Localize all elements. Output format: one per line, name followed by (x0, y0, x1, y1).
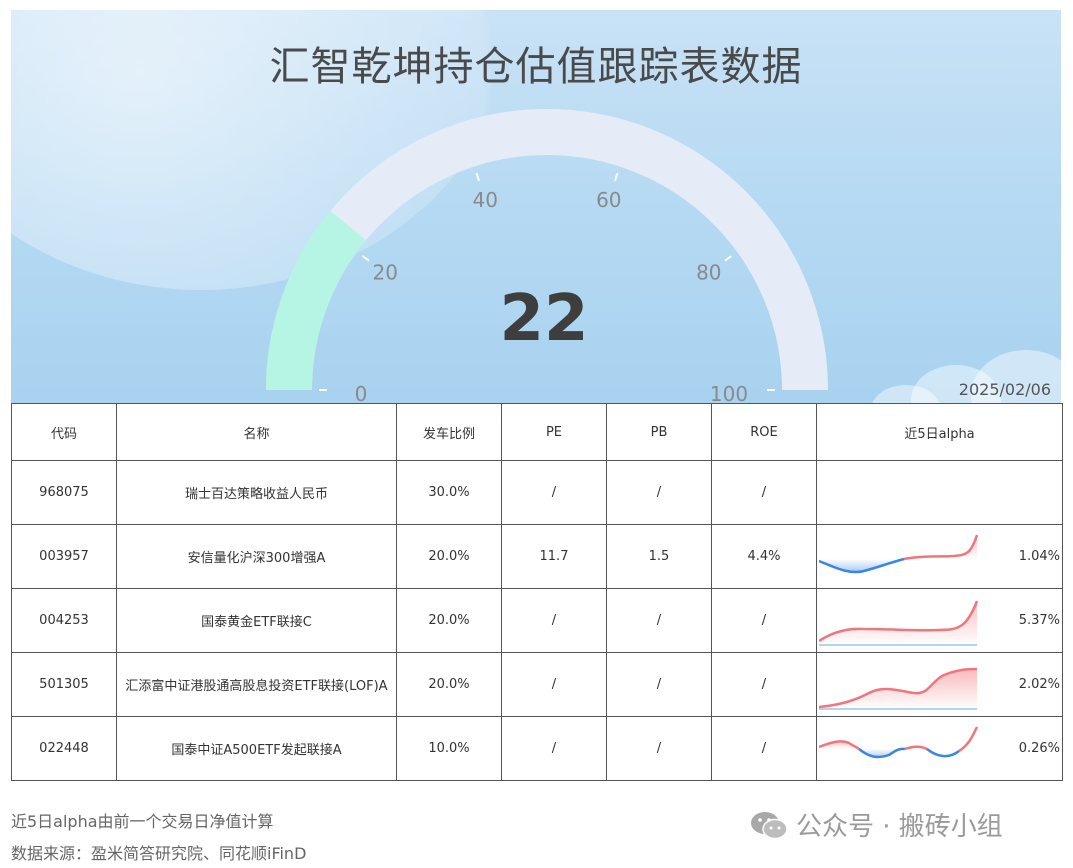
cell-ratio: 30.0% (396, 460, 502, 525)
gauge-tick-mark (614, 172, 619, 182)
table-row: 022448 国泰中证A500ETF发起联接A 10.0% / / / 0.26… (11, 716, 1063, 781)
footnote-alpha: 近5日alpha由前一个交易日净值计算 (11, 812, 274, 831)
cell-code: 022448 (11, 716, 117, 781)
cell-pe: / (501, 716, 607, 781)
watermark: 公众号 · 搬砖小组 (750, 806, 1003, 843)
cell-code: 968075 (11, 460, 117, 525)
table-row: 004253 国泰黄金ETF联接C 20.0% / / / 5.37% (11, 588, 1063, 653)
gauge-tick-mark (475, 172, 480, 182)
header-roe: ROE (711, 403, 817, 461)
cell-roe: / (711, 588, 817, 653)
header-code: 代码 (11, 403, 117, 461)
watermark-text: 公众号 · 搬砖小组 (796, 812, 1003, 842)
gauge-tick-label: 40 (472, 188, 497, 212)
table-row: 501305 汇添富中证港股通高股息投资ETF联接(LOF)A 20.0% / … (11, 652, 1063, 717)
cell-ratio: 20.0% (396, 524, 502, 589)
cell-alpha (816, 460, 1063, 525)
cell-alpha: 0.26% (816, 716, 1063, 781)
cell-name: 国泰中证A500ETF发起联接A (116, 716, 397, 781)
cell-ratio: 10.0% (396, 716, 502, 781)
alpha-value: 2.02% (1018, 677, 1060, 692)
cell-pb: 1.5 (606, 524, 712, 589)
cell-pe: / (501, 652, 607, 717)
gauge-value: 22 (499, 282, 589, 356)
cell-roe: / (711, 460, 817, 525)
alpha-value: 0.26% (1018, 741, 1060, 756)
cell-roe: / (711, 716, 817, 781)
header-pb: PB (606, 403, 712, 461)
table-header-row: 代码 名称 发车比例 PE PB ROE 近5日alpha (11, 403, 1063, 461)
gauge-tick-mark (361, 255, 370, 262)
holdings-table: 代码 名称 发车比例 PE PB ROE 近5日alpha 968075 瑞士百… (11, 403, 1063, 781)
table-row: 968075 瑞士百达策略收益人民币 30.0% / / / (11, 460, 1063, 525)
header-ratio: 发车比例 (396, 403, 502, 461)
cell-name: 国泰黄金ETF联接C (116, 588, 397, 653)
cell-code: 004253 (11, 588, 117, 653)
header-pe: PE (501, 403, 607, 461)
cell-name: 安信量化沪深300增强A (116, 524, 397, 589)
header-name: 名称 (116, 403, 397, 461)
cell-pe: 11.7 (501, 524, 607, 589)
cell-code: 501305 (11, 652, 117, 717)
gauge-tick-label: 60 (596, 188, 621, 212)
gauge-tick-mark (724, 255, 733, 262)
gauge-tick-label: 0 (355, 382, 368, 403)
cell-pb: / (606, 716, 712, 781)
cell-alpha: 1.04% (816, 524, 1063, 589)
cell-pe: / (501, 460, 607, 525)
gauge-fill (266, 210, 367, 391)
header-alpha: 近5日alpha (816, 403, 1063, 461)
cell-alpha: 2.02% (816, 652, 1063, 717)
cell-code: 003957 (11, 524, 117, 589)
cell-roe: / (711, 652, 817, 717)
gauge-banner: 汇智乾坤持仓估值跟踪表数据 0 20 40 60 80 100 22 2025/02/06 (11, 10, 1061, 403)
cell-roe: 4.4% (711, 524, 817, 589)
alpha-sparkline (819, 534, 979, 574)
gauge-tick-label: 100 (710, 382, 748, 403)
cell-name: 瑞士百达策略收益人民币 (116, 460, 397, 525)
cell-alpha: 5.37% (816, 588, 1063, 653)
cell-pb: / (606, 652, 712, 717)
gauge-tick-label: 20 (372, 260, 397, 284)
cell-pe: / (501, 588, 607, 653)
alpha-value: 1.04% (1018, 549, 1060, 564)
cell-name: 汇添富中证港股通高股息投资ETF联接(LOF)A (116, 652, 397, 717)
alpha-sparkline (819, 600, 979, 646)
table-row: 003957 安信量化沪深300增强A 20.0% 11.7 1.5 4.4% … (11, 524, 1063, 589)
cell-ratio: 20.0% (396, 588, 502, 653)
cell-pb: / (606, 588, 712, 653)
alpha-value: 5.37% (1018, 613, 1060, 628)
wechat-icon (751, 811, 788, 839)
alpha-sparkline (819, 667, 978, 710)
footnote-source: 数据来源：盈米简答研究院、同花顺iFinD (11, 844, 307, 863)
cell-pb: / (606, 460, 712, 525)
gauge-tick-label: 80 (696, 260, 721, 284)
report-date: 2025/02/06 (958, 380, 1051, 399)
cell-ratio: 20.0% (396, 652, 502, 717)
alpha-sparkline (819, 726, 979, 759)
